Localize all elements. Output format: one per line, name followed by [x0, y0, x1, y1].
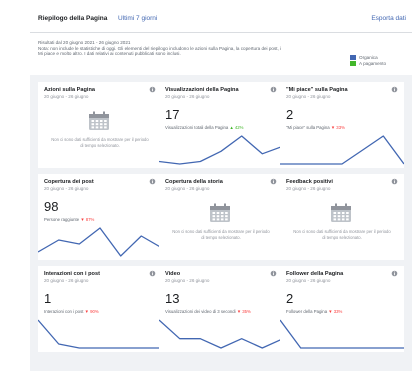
- metric-change-label: Visualizzazioni totali della Pagina: [165, 125, 229, 130]
- empty-state-text: Non ci sono dati sufficienti da mostrare…: [172, 229, 270, 240]
- card-title: Azioni sulla Pagina: [44, 87, 95, 93]
- card-date-range: 20 giugno - 26 giugno: [286, 94, 331, 99]
- metric-change-pct: ▲ 42%: [229, 125, 244, 130]
- card-title: Video: [165, 271, 181, 277]
- card-title: Copertura dei post: [44, 179, 94, 185]
- card-story-reach[interactable]: Copertura della storia 20 giugno - 26 giu…: [159, 174, 283, 260]
- calendar-icon: [331, 203, 351, 222]
- card-post-reach[interactable]: Copertura dei post 20 giugno - 26 giugno 9…: [38, 174, 162, 260]
- card-page-followers[interactable]: Follower della Pagina 20 giugno - 26 giug…: [280, 266, 404, 352]
- card-date-range: 20 giugno - 26 giugno: [44, 186, 89, 191]
- card-date-range: 20 giugno - 26 giugno: [286, 278, 331, 283]
- trend-line: [280, 319, 404, 349]
- metric-change-pct: ▼ 33%: [330, 125, 345, 130]
- info-icon[interactable]: [270, 270, 277, 277]
- summary-header: Riepilogo della Pagina Ultimi 7 giorni E…: [30, 6, 412, 33]
- info-icon[interactable]: [270, 86, 277, 93]
- date-range-dropdown[interactable]: Ultimi 7 giorni: [118, 15, 157, 22]
- info-icon[interactable]: [149, 86, 156, 93]
- legend-paid-label: A pagamento: [359, 61, 387, 66]
- metric-change: Follower della Pagina ▼ 33%: [286, 309, 342, 314]
- card-videos[interactable]: Video 20 giugno - 26 giugno 13 Visualizzazi…: [159, 266, 283, 352]
- metric-value: 98: [44, 199, 59, 214]
- card-page-likes[interactable]: "Mi piace" sulla Pagina 20 giugno - 26 gi…: [280, 82, 404, 168]
- card-page-views[interactable]: Visualizzazioni della Pagina 20 giugno - …: [159, 82, 283, 168]
- metric-change-label: Persone raggiunte: [44, 217, 80, 222]
- export-data-link[interactable]: Esporta dati: [371, 15, 406, 22]
- metric-value: 1: [44, 291, 52, 306]
- trend-line: [159, 135, 283, 165]
- trend-sparkline: [159, 135, 283, 165]
- card-title: "Mi piace" sulla Pagina: [286, 87, 348, 93]
- calendar-icon: [89, 111, 109, 130]
- info-icon[interactable]: [270, 178, 277, 185]
- trend-line: [38, 227, 162, 257]
- trend-sparkline: [280, 319, 404, 349]
- card-date-range: 20 giugno - 26 giugno: [44, 94, 89, 99]
- metric-change-label: Follower della Pagina: [286, 309, 328, 314]
- trend-line: [38, 319, 162, 349]
- info-icon[interactable]: [149, 270, 156, 277]
- legend-organic: Organica: [350, 55, 386, 60]
- metric-value: 2: [286, 107, 294, 122]
- card-date-range: 20 giugno - 26 giugno: [286, 186, 331, 191]
- empty-state-text: Non ci sono dati sufficienti da mostrare…: [293, 229, 391, 240]
- card-post-engagement[interactable]: Interazioni con i post 20 giugno - 26 giu…: [38, 266, 162, 352]
- calendar-icon: [210, 203, 230, 222]
- card-positive-feedback[interactable]: Feedback positivi 20 giugno - 26 giugno No…: [280, 174, 404, 260]
- page-summary-panel: Riepilogo della Pagina Ultimi 7 giorni E…: [30, 6, 412, 371]
- info-icon[interactable]: [391, 270, 398, 277]
- metric-value: 13: [165, 291, 180, 306]
- card-page-actions[interactable]: Azioni sulla Pagina 20 giugno - 26 giugno…: [38, 82, 162, 168]
- trend-sparkline: [38, 319, 162, 349]
- legend-paid: A pagamento: [350, 61, 386, 66]
- metric-value: 2: [286, 291, 294, 306]
- trend-sparkline: [280, 135, 404, 165]
- metric-change-label: "Mi piace" sulla Pagina: [286, 125, 330, 130]
- card-title: Interazioni con i post: [44, 271, 100, 277]
- summary-note-text: Nota: non include le statistiche di oggi…: [38, 45, 282, 57]
- metric-change-pct: ▼ 90%: [84, 309, 99, 314]
- metric-change-pct: ▼ 35%: [236, 309, 251, 314]
- page-title: Riepilogo della Pagina: [38, 15, 108, 22]
- legend: Organica A pagamento: [350, 55, 386, 67]
- metric-change-label: Interazioni con i post: [44, 309, 84, 314]
- metric-change-pct: ▼ 87%: [80, 217, 95, 222]
- card-title: Feedback positivi: [286, 179, 333, 185]
- legend-organic-swatch: [350, 55, 356, 60]
- metric-change: Interazioni con i post ▼ 90%: [44, 309, 99, 314]
- card-date-range: 20 giugno - 26 giugno: [165, 94, 210, 99]
- metric-value: 17: [165, 107, 180, 122]
- trend-line: [280, 135, 404, 165]
- info-icon[interactable]: [149, 178, 156, 185]
- info-icon[interactable]: [391, 178, 398, 185]
- trend-sparkline: [38, 227, 162, 257]
- trend-line: [159, 319, 283, 349]
- legend-organic-label: Organica: [359, 55, 378, 60]
- legend-paid-swatch: [350, 61, 356, 66]
- card-date-range: 20 giugno - 26 giugno: [165, 186, 210, 191]
- metric-change: "Mi piace" sulla Pagina ▼ 33%: [286, 125, 345, 130]
- info-icon[interactable]: [391, 86, 398, 93]
- trend-sparkline: [159, 319, 283, 349]
- summary-note: Risultati dal 20 giugno 2021 - 26 giugno…: [38, 40, 283, 57]
- card-title: Visualizzazioni della Pagina: [165, 87, 239, 93]
- metric-change-label: Visualizzazioni dei video di 3 secondi: [165, 309, 236, 314]
- summary-info: Risultati dal 20 giugno 2021 - 26 giugno…: [30, 33, 412, 75]
- metric-change: Visualizzazioni dei video di 3 secondi ▼…: [165, 309, 251, 314]
- card-date-range: 20 giugno - 26 giugno: [165, 278, 210, 283]
- card-title: Copertura della storia: [165, 179, 223, 185]
- metric-change: Persone raggiunte ▼ 87%: [44, 217, 94, 222]
- empty-state-text: Non ci sono dati sufficienti da mostrare…: [51, 137, 149, 148]
- card-date-range: 20 giugno - 26 giugno: [44, 278, 89, 283]
- metric-change-pct: ▼ 33%: [328, 309, 343, 314]
- metric-change: Visualizzazioni totali della Pagina ▲ 42…: [165, 125, 243, 130]
- card-title: Follower della Pagina: [286, 271, 344, 277]
